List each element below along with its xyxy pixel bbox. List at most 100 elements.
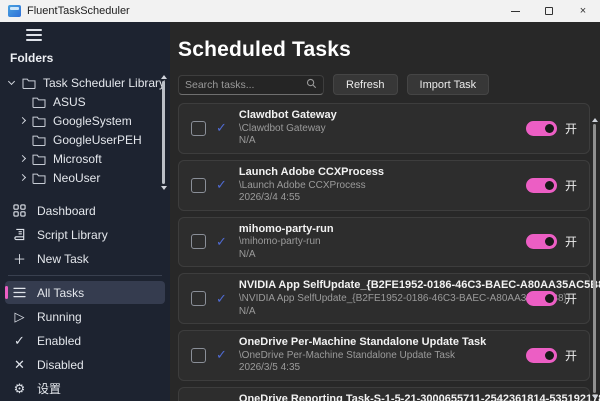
enable-toggle[interactable] [525, 177, 557, 193]
sidebar-item-label: 设置 [37, 382, 62, 396]
main-scrollbar[interactable] [591, 118, 598, 399]
sidebar-item-dashboard[interactable]: Dashboard [5, 199, 165, 222]
tree-item-quarkupdateruser[interactable]: QuarkUpdaterUser [0, 187, 170, 193]
task-row[interactable]: ✓ mihomo-party-run \mihomo-party-run N/A… [178, 216, 590, 268]
task-path: \NVIDIA App SelfUpdate_{B2FE1952-0186-46… [238, 293, 567, 304]
scrollbar-thumb[interactable] [162, 81, 165, 184]
nav-divider [8, 275, 162, 276]
tree-item-microsoft[interactable]: Microsoft [0, 149, 170, 168]
task-list: ✓ Clawdbot Gateway \Clawdbot Gateway N/A… [178, 103, 600, 401]
toolbar: Refresh Import Task [178, 74, 590, 95]
sidebar-item-disabled[interactable]: ✕ Disabled [5, 353, 165, 376]
enable-toggle[interactable] [525, 234, 557, 250]
task-checkbox[interactable] [191, 234, 206, 250]
task-next-run: N/A [238, 248, 256, 260]
task-path: \Clawdbot Gateway [238, 122, 326, 134]
list-icon [12, 287, 27, 298]
enabled-check-icon: ✓ [216, 177, 227, 193]
tree-scrollbar[interactable] [160, 75, 167, 190]
sidebar-item-settings[interactable]: ⚙ 设置 [5, 377, 165, 400]
sidebar-item-script-library[interactable]: Script Library [5, 223, 165, 246]
toggle-on-label: 开 [564, 235, 577, 250]
task-next-run: 2026/3/5 4:35 [238, 362, 301, 374]
folder-icon [32, 96, 46, 108]
scrollbar-thumb[interactable] [593, 124, 596, 393]
import-task-button[interactable]: Import Task [406, 74, 490, 95]
task-name: NVIDIA App SelfUpdate_{B2FE1952-0186-46C… [238, 279, 600, 292]
sidebar-item-all-tasks[interactable]: All Tasks [5, 281, 165, 304]
chevron-right-icon[interactable] [18, 116, 32, 125]
chevron-right-icon[interactable] [18, 154, 32, 163]
task-info: Clawdbot Gateway \Clawdbot Gateway N/A [239, 109, 337, 148]
task-path: \Launch Adobe CCXProcess [238, 179, 366, 191]
task-checkbox[interactable] [191, 291, 206, 307]
toggle-on-label: 开 [564, 292, 577, 307]
sidebar-item-label: Disabled [37, 357, 84, 372]
sidebar-item-running[interactable]: ▷ Running [5, 305, 165, 328]
sidebar-item-label: New Task [37, 251, 89, 266]
task-row[interactable]: ✓ NVIDIA App SelfUpdate_{B2FE1952-0186-4… [178, 273, 600, 324]
enable-toggle[interactable] [525, 120, 557, 136]
task-row[interactable]: ✓ Clawdbot Gateway \Clawdbot Gateway N/A… [178, 103, 590, 154]
refresh-button[interactable]: Refresh [333, 74, 398, 95]
task-name: OneDrive Per-Machine Standalone Update T… [238, 336, 487, 348]
folder-icon [22, 77, 36, 89]
tree-item-label: NeoUser [53, 170, 101, 185]
enabled-check-icon: ✓ [216, 290, 227, 306]
folder-icon [32, 172, 46, 184]
task-name: Clawdbot Gateway [238, 109, 337, 121]
scroll-up-icon[interactable] [591, 118, 598, 122]
sidebar-item-enabled[interactable]: ✓ Enabled [5, 329, 165, 352]
sidebar-item-label: Enabled [37, 333, 82, 348]
search-input[interactable] [185, 78, 306, 91]
tree-item-googleuserpeh[interactable]: GoogleUserPEH [0, 130, 170, 149]
task-info: OneDrive Reporting Task-S-1-5-21-3000655… [239, 393, 600, 401]
maximize-button[interactable] [532, 0, 566, 22]
plus-icon: ＋ [12, 252, 26, 267]
task-checkbox[interactable] [191, 120, 206, 136]
sidebar-item-label: All Tasks [37, 285, 85, 300]
task-info: OneDrive Per-Machine Standalone Update T… [239, 336, 486, 375]
tree-item-asus[interactable]: ASUS [0, 92, 170, 111]
tree-item-label: GoogleUserPEH [53, 132, 142, 147]
folder-icon [32, 134, 46, 146]
folders-heading: Folders [10, 51, 54, 65]
tree-item-label: GoogleSystem [53, 113, 132, 128]
task-name: mihomo-party-run [238, 222, 334, 235]
tree-item-label: Task Scheduler Library [43, 75, 166, 90]
task-path: \mihomo-party-run [238, 236, 321, 248]
hamburger-menu-icon[interactable] [26, 29, 42, 41]
search-box[interactable] [178, 74, 324, 95]
close-button[interactable]: × [566, 0, 600, 22]
folder-icon [32, 153, 46, 165]
sidebar: Folders Task Scheduler Library ASUS Goog… [0, 22, 170, 401]
enable-toggle[interactable] [525, 291, 557, 307]
task-row[interactable]: ✓ Launch Adobe CCXProcess \Launch Adobe … [178, 159, 590, 211]
folder-tree: Task Scheduler Library ASUS GoogleSystem… [0, 69, 170, 192]
window-title: FluentTaskScheduler [27, 5, 130, 17]
minimize-button[interactable] [498, 0, 532, 22]
folder-icon [32, 115, 46, 127]
scroll-down-icon[interactable] [160, 186, 167, 190]
sidebar-item-label: Script Library [37, 227, 108, 242]
scroll-down-icon[interactable] [591, 395, 598, 399]
sidebar-item-new-task[interactable]: ＋ New Task [5, 247, 165, 270]
task-checkbox[interactable] [191, 177, 206, 193]
scroll-up-icon[interactable] [160, 75, 167, 79]
page-title: Scheduled Tasks [178, 38, 352, 61]
chevron-right-icon[interactable] [18, 173, 32, 182]
enable-toggle[interactable] [525, 347, 557, 363]
task-row[interactable]: ✓ OneDrive Per-Machine Standalone Update… [178, 330, 590, 381]
tree-item-neouser[interactable]: NeoUser [0, 168, 170, 187]
x-icon: ✕ [14, 356, 25, 372]
chevron-down-icon[interactable] [7, 77, 22, 86]
task-row[interactable]: ✓ OneDrive Reporting Task-S-1-5-21-30006… [178, 386, 600, 401]
sidebar-item-label: Dashboard [37, 203, 96, 218]
tree-item-googlesystem[interactable]: GoogleSystem [0, 111, 170, 130]
tree-item-task-scheduler-library[interactable]: Task Scheduler Library [0, 73, 170, 92]
app-icon [8, 5, 21, 17]
search-icon [306, 78, 317, 92]
play-icon: ▷ [14, 308, 25, 324]
task-checkbox[interactable] [191, 347, 206, 363]
folder-icon [32, 191, 46, 193]
